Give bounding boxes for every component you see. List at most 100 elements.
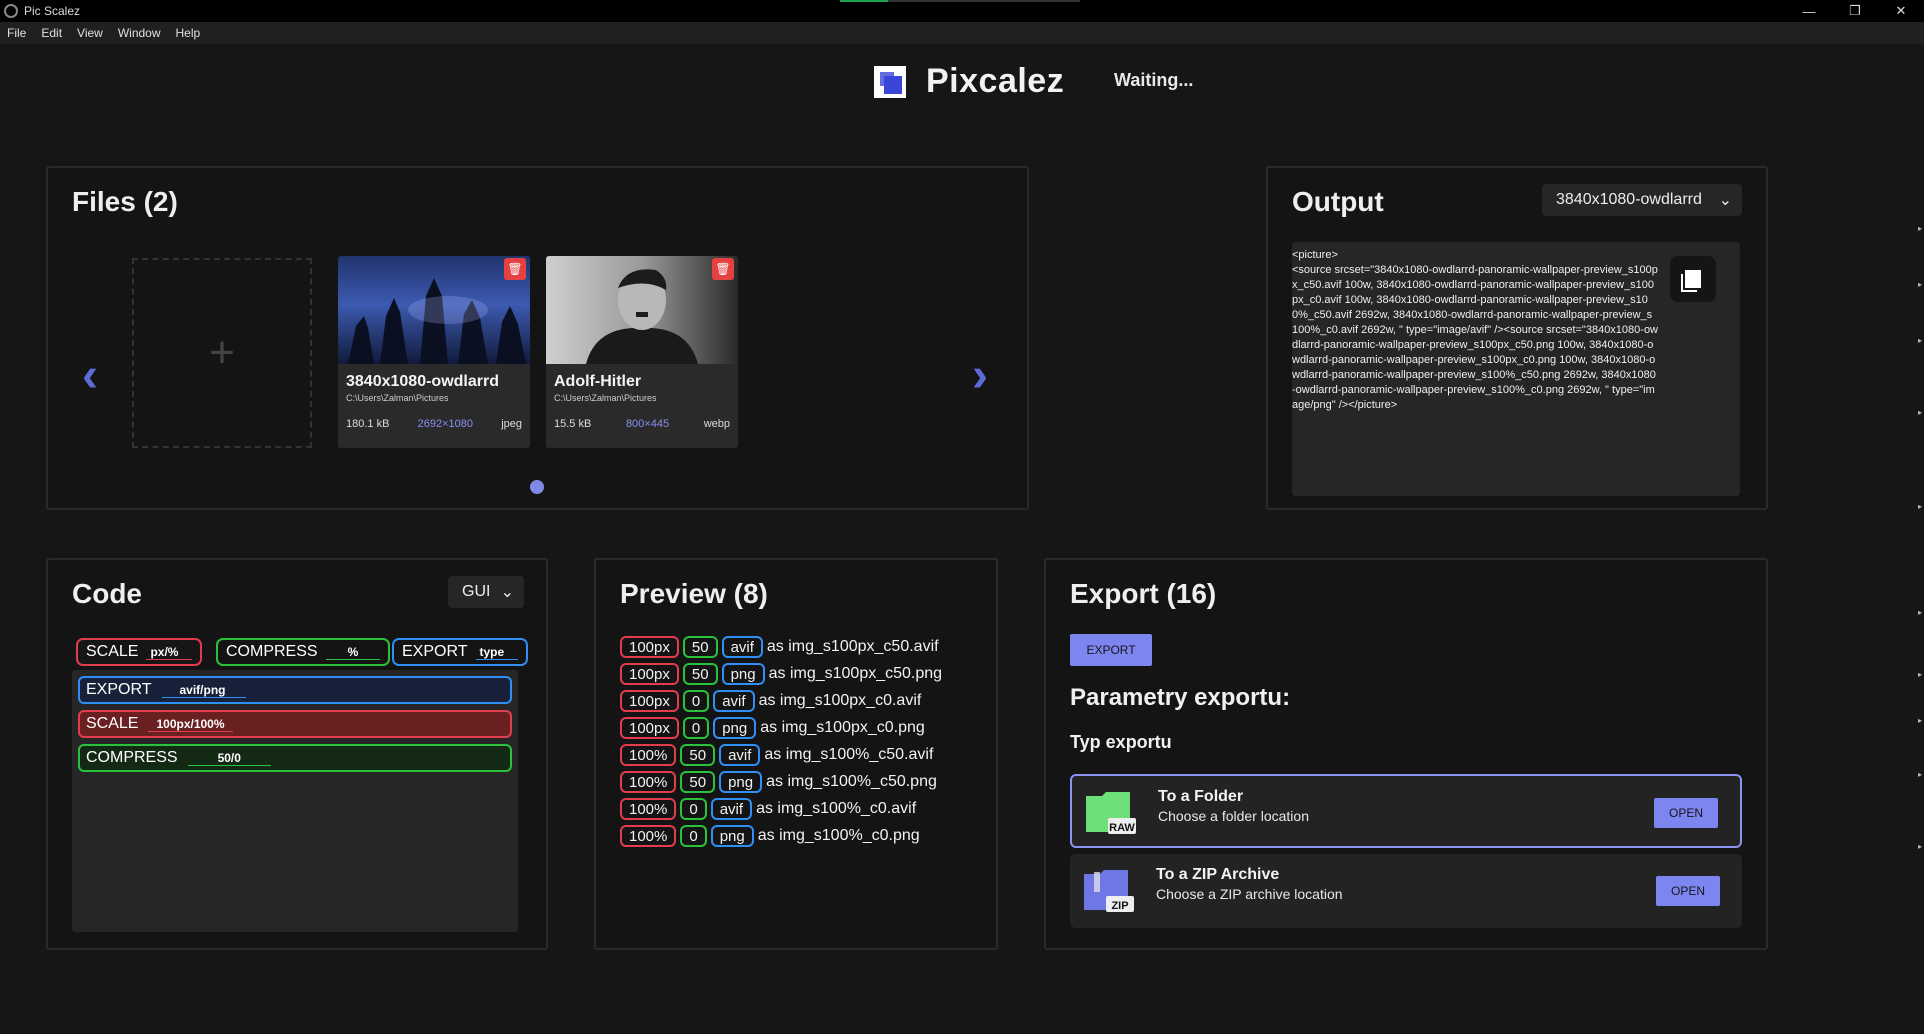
preview-scale: 100%: [620, 744, 677, 766]
app-icon: [4, 4, 18, 18]
code-mode-select[interactable]: GUI ⌄: [448, 576, 524, 608]
code-stack[interactable]: EXPORT avif/png SCALE 100px/100% COMPRES…: [72, 670, 518, 932]
compress-row[interactable]: COMPRESS 50/0: [78, 744, 512, 772]
page-scrollbar[interactable]: ▸ ▸ ▸ ▸ ▸ ▸ ▸ ▸ ▸ ▸: [1918, 22, 1924, 1034]
restore-button[interactable]: ❐: [1832, 0, 1878, 22]
export-option-title: To a ZIP Archive: [1156, 866, 1280, 883]
export-row-label: EXPORT: [86, 681, 152, 698]
preview-row: 100px 50 avif as img_s100px_c50.avif: [620, 636, 942, 658]
trash-icon[interactable]: 🗑: [712, 258, 734, 280]
scale-row-label: SCALE: [86, 715, 139, 732]
preview-type: png: [719, 771, 763, 793]
file-dimensions: 2692×1080: [417, 418, 473, 430]
open-folder-button[interactable]: OPEN: [1654, 798, 1718, 828]
preview-row: 100px 0 png as img_s100px_c0.png: [620, 717, 942, 739]
preview-type: png: [713, 717, 757, 739]
loading-bar: [840, 0, 1080, 2]
preview-type: avif: [710, 798, 753, 820]
preview-compress: 0: [680, 798, 707, 820]
preview-filename: as img_s100%_c50.png: [766, 773, 937, 790]
preview-compress: 50: [680, 744, 716, 766]
compress-chip[interactable]: COMPRESS %: [216, 638, 391, 666]
output-code[interactable]: <picture> <source srcset="3840x1080-owdl…: [1292, 242, 1740, 496]
chevron-left-icon[interactable]: ‹: [82, 348, 98, 403]
export-option-zip[interactable]: ZIP To a ZIP Archive Choose a ZIP archiv…: [1070, 854, 1742, 928]
preview-filename: as img_s100%_c50.avif: [764, 746, 934, 763]
status-text: Waiting...: [1114, 70, 1194, 90]
export-panel: Export (16) EXPORT Parametry exportu: Ty…: [1044, 558, 1768, 950]
file-dimensions: 800×445: [625, 418, 670, 430]
zip-icon: ZIP: [1082, 866, 1134, 914]
scale-row-value: 100px/100%: [148, 717, 233, 732]
export-row[interactable]: EXPORT avif/png: [78, 676, 512, 704]
preview-compress: 50: [682, 636, 718, 658]
preview-filename: as img_s100px_c50.avif: [766, 638, 939, 655]
file-type: jpeg: [501, 418, 522, 430]
menu-bar: File Edit View Window Help: [0, 22, 1924, 44]
app-header: Pixcalez: [874, 62, 1064, 101]
scale-chip-hint: px/%: [146, 645, 193, 660]
preview-panel: Preview (8) 100px 50 avif as img_s100px_c50…: [594, 558, 998, 950]
preview-type: png: [721, 663, 765, 685]
chevron-down-icon: ⌄: [1718, 192, 1732, 209]
compress-row-value: 50/0: [187, 751, 271, 766]
output-code-text: <picture> <source srcset="3840x1080-owdl…: [1292, 249, 1659, 411]
preview-scale: 100px: [620, 663, 679, 685]
preview-filename: as img_s100px_c0.avif: [758, 692, 922, 709]
export-option-folder[interactable]: RAW To a Folder Choose a folder location…: [1070, 774, 1742, 848]
preview-type: avif: [721, 636, 763, 658]
file-card[interactable]: 🗑 Adolf-Hitler C:\Users\Zalman\Pictures …: [546, 256, 738, 448]
preview-filename: as img_s100px_c0.png: [760, 719, 925, 736]
title-bar: Pic Scalez — ❐ ✕: [0, 0, 1924, 22]
preview-compress: 0: [682, 690, 710, 712]
trash-icon[interactable]: 🗑: [504, 258, 526, 280]
preview-row: 100px 0 avif as img_s100px_c0.avif: [620, 690, 942, 712]
menu-window[interactable]: Window: [111, 26, 169, 40]
preview-row: 100px 50 png as img_s100px_c50.png: [620, 663, 942, 685]
file-path: C:\Users\Zalman\Pictures: [554, 393, 657, 403]
preview-compress: 0: [682, 717, 710, 739]
preview-scale: 100px: [620, 690, 679, 712]
carousel-indicator[interactable]: [530, 480, 544, 494]
preview-compress: 0: [680, 825, 707, 847]
output-title: Output: [1292, 186, 1384, 217]
scale-row[interactable]: SCALE 100px/100%: [78, 710, 512, 738]
preview-type: avif: [713, 690, 755, 712]
scale-chip-label: SCALE: [86, 643, 139, 660]
menu-edit[interactable]: Edit: [34, 26, 70, 40]
file-size: 15.5 kB: [554, 418, 592, 430]
preview-row: 100% 0 avif as img_s100%_c0.avif: [620, 798, 942, 820]
folder-icon: RAW: [1084, 788, 1136, 836]
output-panel: Output 3840x1080-owdlarrd ⌄ <picture> <s…: [1266, 166, 1768, 510]
close-button[interactable]: ✕: [1878, 0, 1924, 22]
preview-compress: 50: [680, 771, 716, 793]
open-zip-button[interactable]: OPEN: [1656, 876, 1720, 906]
compress-chip-hint: %: [325, 645, 381, 660]
minimize-button[interactable]: —: [1786, 0, 1832, 22]
code-title: Code: [72, 578, 142, 609]
compress-chip-label: COMPRESS: [226, 643, 318, 660]
preview-type: avif: [719, 744, 761, 766]
file-card[interactable]: 🗑 3840x1080-owdlarrd C:\Users\Zalman\Pic…: [338, 256, 530, 448]
menu-view[interactable]: View: [70, 26, 111, 40]
menu-file[interactable]: File: [0, 26, 34, 40]
preview-scale: 100%: [620, 771, 677, 793]
file-name: 3840x1080-owdlarrd: [346, 373, 499, 390]
export-option-desc: Choose a ZIP archive location: [1156, 886, 1343, 902]
plus-icon: +: [209, 328, 235, 377]
file-type: webp: [703, 418, 730, 430]
code-mode-value: GUI: [462, 583, 491, 600]
chevron-right-icon[interactable]: ›: [972, 348, 988, 403]
preview-filename: as img_s100%_c0.png: [757, 827, 920, 844]
export-chip[interactable]: EXPORT type: [392, 638, 529, 666]
add-file-button[interactable]: +: [132, 258, 312, 448]
export-type-title: Typ exportu: [1070, 732, 1172, 752]
menu-help[interactable]: Help: [169, 26, 209, 40]
export-button[interactable]: EXPORT: [1070, 634, 1152, 666]
copy-button[interactable]: [1670, 256, 1716, 302]
code-panel: Code GUI ⌄ SCALE px/% COMPRESS % EXPORT …: [46, 558, 548, 950]
scale-chip[interactable]: SCALE px/%: [76, 638, 203, 666]
output-file-select[interactable]: 3840x1080-owdlarrd ⌄: [1542, 184, 1742, 216]
file-thumbnail: 🗑: [546, 256, 738, 364]
preview-title: Preview (8): [620, 578, 768, 609]
